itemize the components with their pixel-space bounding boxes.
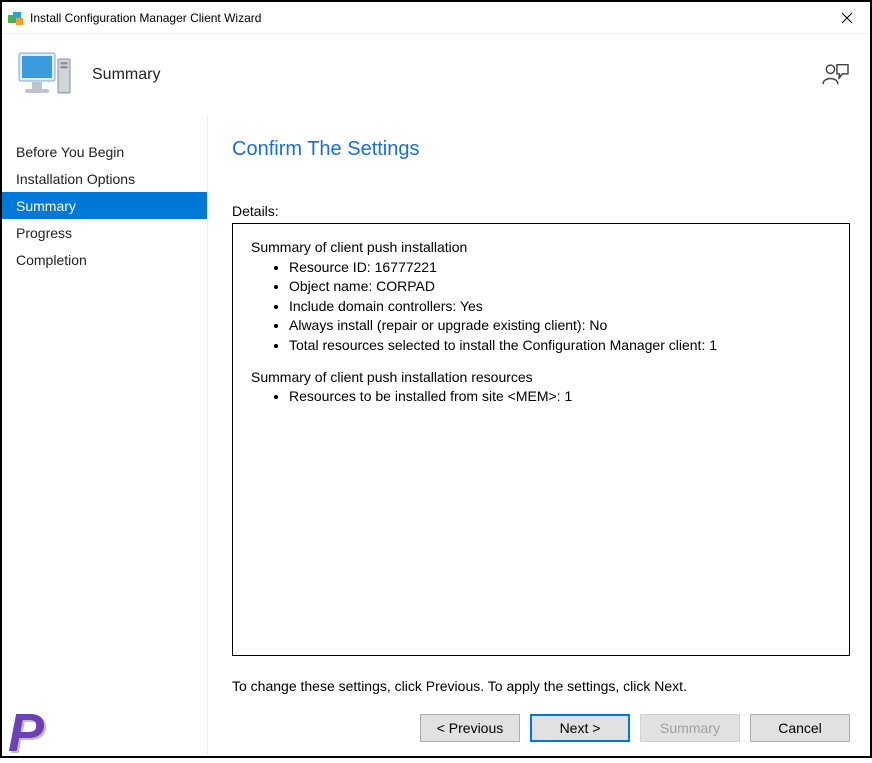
- titlebar: Install Configuration Manager Client Wiz…: [2, 2, 870, 34]
- next-button[interactable]: Next >: [530, 714, 630, 742]
- summary-section-1-list: Resource ID: 16777221 Object name: CORPA…: [289, 258, 831, 356]
- sidebar-item-before-you-begin[interactable]: Before You Begin: [2, 138, 207, 165]
- summary-button: Summary: [640, 714, 740, 742]
- content-pane: Confirm The Settings Details: Summary of…: [208, 116, 870, 756]
- wizard-body: Before You Begin Installation Options Su…: [2, 116, 870, 756]
- details-box: Summary of client push installation Reso…: [232, 223, 850, 656]
- cancel-button[interactable]: Cancel: [750, 714, 850, 742]
- detail-item: Always install (repair or upgrade existi…: [289, 316, 831, 336]
- detail-item: Object name: CORPAD: [289, 277, 831, 297]
- summary-section-1-title: Summary of client push installation: [251, 238, 831, 258]
- wizard-header: Summary: [2, 34, 870, 116]
- sidebar: Before You Begin Installation Options Su…: [2, 116, 208, 756]
- sidebar-item-label: Installation Options: [16, 171, 135, 187]
- sidebar-item-label: Summary: [16, 198, 76, 214]
- previous-button[interactable]: < Previous: [420, 714, 520, 742]
- window-title: Install Configuration Manager Client Wiz…: [30, 11, 824, 25]
- close-button[interactable]: [824, 2, 870, 33]
- detail-item: Resources to be installed from site <MEM…: [289, 387, 831, 407]
- feedback-icon[interactable]: [822, 61, 850, 90]
- wizard-heading: Summary: [92, 66, 822, 84]
- app-icon: [8, 10, 24, 26]
- detail-item: Resource ID: 16777221: [289, 258, 831, 278]
- watermark-logo: P: [8, 706, 44, 760]
- sidebar-item-summary[interactable]: Summary: [2, 192, 207, 219]
- hint-text: To change these settings, click Previous…: [232, 678, 850, 694]
- summary-section-2-title: Summary of client push installation reso…: [251, 368, 831, 388]
- computer-icon: [16, 49, 72, 101]
- sidebar-item-label: Completion: [16, 252, 87, 268]
- detail-item: Total resources selected to install the …: [289, 336, 831, 356]
- sidebar-item-progress[interactable]: Progress: [2, 219, 207, 246]
- summary-section-2-list: Resources to be installed from site <MEM…: [289, 387, 831, 407]
- sidebar-item-completion[interactable]: Completion: [2, 246, 207, 273]
- sidebar-item-installation-options[interactable]: Installation Options: [2, 165, 207, 192]
- sidebar-item-label: Progress: [16, 225, 72, 241]
- detail-item: Include domain controllers: Yes: [289, 297, 831, 317]
- sidebar-item-label: Before You Begin: [16, 144, 124, 160]
- button-row: < Previous Next > Summary Cancel: [232, 714, 850, 742]
- details-label: Details:: [232, 203, 850, 219]
- page-title: Confirm The Settings: [232, 138, 850, 161]
